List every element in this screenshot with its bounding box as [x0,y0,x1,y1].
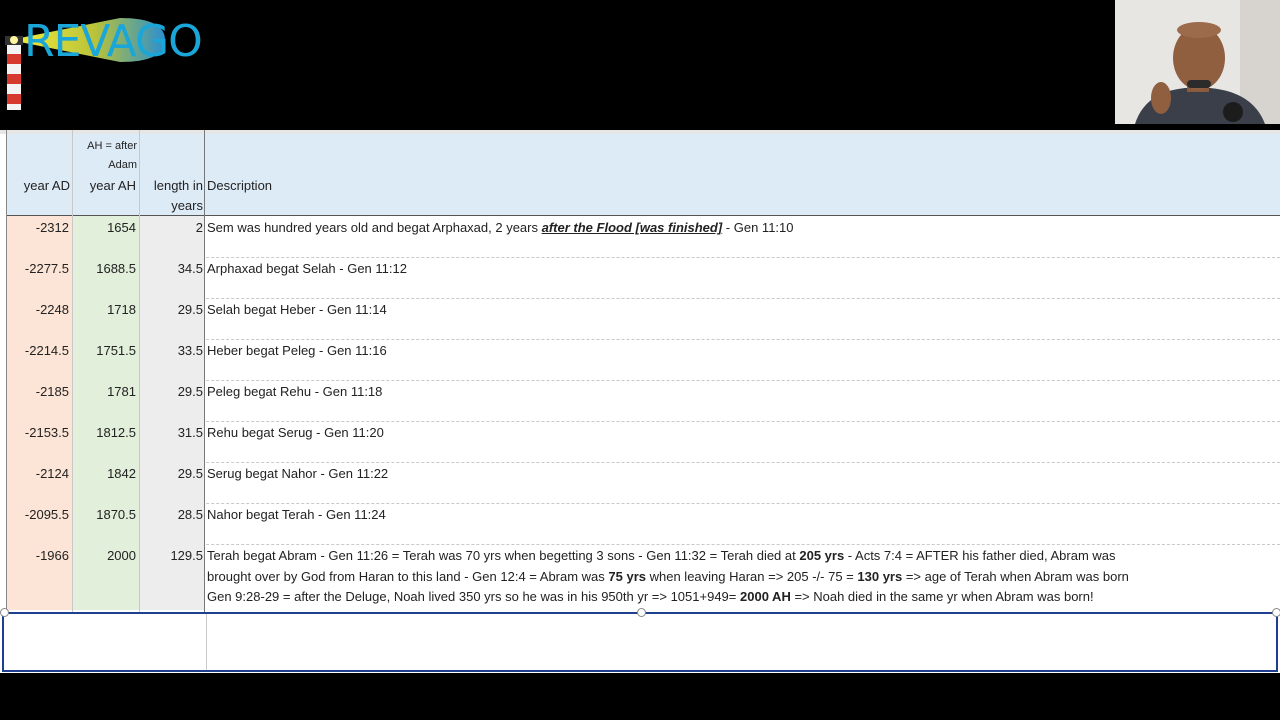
cell-year-ah[interactable]: 1870.5 [72,503,139,544]
desc-line-2: brought over by God from Haran to this l… [207,568,1129,584]
table-row[interactable]: -2185 1781 29.5 Peleg begat Rehu - Gen 1… [6,380,1280,422]
cell-description[interactable]: Serug begat Nahor - Gen 11:22 [205,462,1280,503]
header-year-ad[interactable]: year AD [6,176,70,196]
header-description[interactable]: Description [207,176,272,196]
table-row[interactable]: -2214.5 1751.5 33.5 Heber begat Peleg - … [6,339,1280,381]
cell-year-ah[interactable]: 1688.5 [72,257,139,298]
cell-description[interactable]: Heber begat Peleg - Gen 11:16 [205,339,1280,380]
desc-text-ref: - Gen 11:10 [722,220,794,235]
table-row[interactable]: -2153.5 1812.5 31.5 Rehu begat Serug - G… [6,421,1280,463]
cell-year-ad[interactable]: -2214.5 [6,339,72,380]
cell-description[interactable]: Peleg begat Rehu - Gen 11:18 [205,380,1280,421]
cell-description[interactable]: Rehu begat Serug - Gen 11:20 [205,421,1280,462]
header-length[interactable]: length in years [140,176,203,216]
resize-handle[interactable] [637,608,646,617]
table-row[interactable]: -2248 1718 29.5 Selah begat Heber - Gen … [6,298,1280,340]
cell-year-ad[interactable]: -2124 [6,462,72,503]
cell-year-ad[interactable]: -2277.5 [6,257,72,298]
cell-year-ah[interactable]: 1718 [72,298,139,339]
desc-line-3: Gen 9:28-29 = after the Deluge, Noah liv… [207,589,1094,604]
cell-year-ad[interactable]: -2095.5 [6,503,72,544]
table-row-abram[interactable]: -1966 2000 129.5 Terah begat Abram - Gen… [6,544,1280,610]
desc-line-1: Terah begat Abram - Gen 11:26 = Terah wa… [207,548,1116,563]
header-note: AH = after Adam [87,140,137,171]
cell-year-ad[interactable]: -2153.5 [6,421,72,462]
cell-year-ad[interactable]: -2185 [6,380,72,421]
table-row[interactable]: -2124 1842 29.5 Serug begat Nahor - Gen … [6,462,1280,504]
cell-description[interactable]: Nahor begat Terah - Gen 11:24 [205,503,1280,544]
webcam-video [1115,0,1280,124]
column-divider [206,614,207,670]
cell-year-ah[interactable]: 1654 [72,216,139,257]
cell-description[interactable]: Selah begat Heber - Gen 11:14 [205,298,1280,339]
cell-year-ad[interactable]: -2312 [6,216,72,257]
header-year-ah[interactable]: year AH [72,176,136,196]
cell-length[interactable]: 29.5 [139,462,205,503]
cell-description[interactable]: Arphaxad begat Selah - Gen 11:12 [205,257,1280,298]
cell-length[interactable]: 2 [139,216,205,257]
cell-length[interactable]: 31.5 [139,421,205,462]
cell-length[interactable]: 29.5 [139,298,205,339]
header-row: AH = after Adam year AD year AH length i… [6,134,1280,216]
cell-length[interactable]: 129.5 [139,544,205,610]
spreadsheet: AH = after Adam year AD year AH length i… [0,130,1280,673]
column-divider [204,130,205,612]
cell-description[interactable]: Terah begat Abram - Gen 11:26 = Terah wa… [205,544,1280,610]
cell-year-ad[interactable]: -2248 [6,298,72,339]
cell-year-ad[interactable]: -1966 [6,544,72,610]
table-row[interactable]: -2095.5 1870.5 28.5 Nahor begat Terah - … [6,503,1280,545]
cell-length[interactable]: 28.5 [139,503,205,544]
desc-text: Sem was hundred years old and begat Arph… [207,220,542,235]
column-divider [139,130,140,612]
desc-emphasis: after the Flood [was finished] [541,220,723,235]
cell-year-ah[interactable]: 2000 [72,544,139,610]
cell-year-ah[interactable]: 1842 [72,462,139,503]
resize-handle[interactable] [0,608,9,617]
resize-handle[interactable] [1272,608,1280,617]
column-divider [72,130,73,612]
selected-cell-range[interactable] [2,612,1278,672]
cell-length[interactable]: 34.5 [139,257,205,298]
revago-logo: REVAGO [0,10,203,115]
cell-length[interactable]: 29.5 [139,380,205,421]
column-divider [6,130,7,612]
cell-description[interactable]: Sem was hundred years old and begat Arph… [205,216,1280,257]
table-row[interactable]: -2312 1654 2 Sem was hundred years old a… [6,216,1280,258]
logo-text: REVAGO [24,16,203,67]
table-row[interactable]: -2277.5 1688.5 34.5 Arphaxad begat Selah… [6,257,1280,299]
cell-year-ah[interactable]: 1751.5 [72,339,139,380]
cell-year-ah[interactable]: 1781 [72,380,139,421]
cell-year-ah[interactable]: 1812.5 [72,421,139,462]
cell-length[interactable]: 33.5 [139,339,205,380]
